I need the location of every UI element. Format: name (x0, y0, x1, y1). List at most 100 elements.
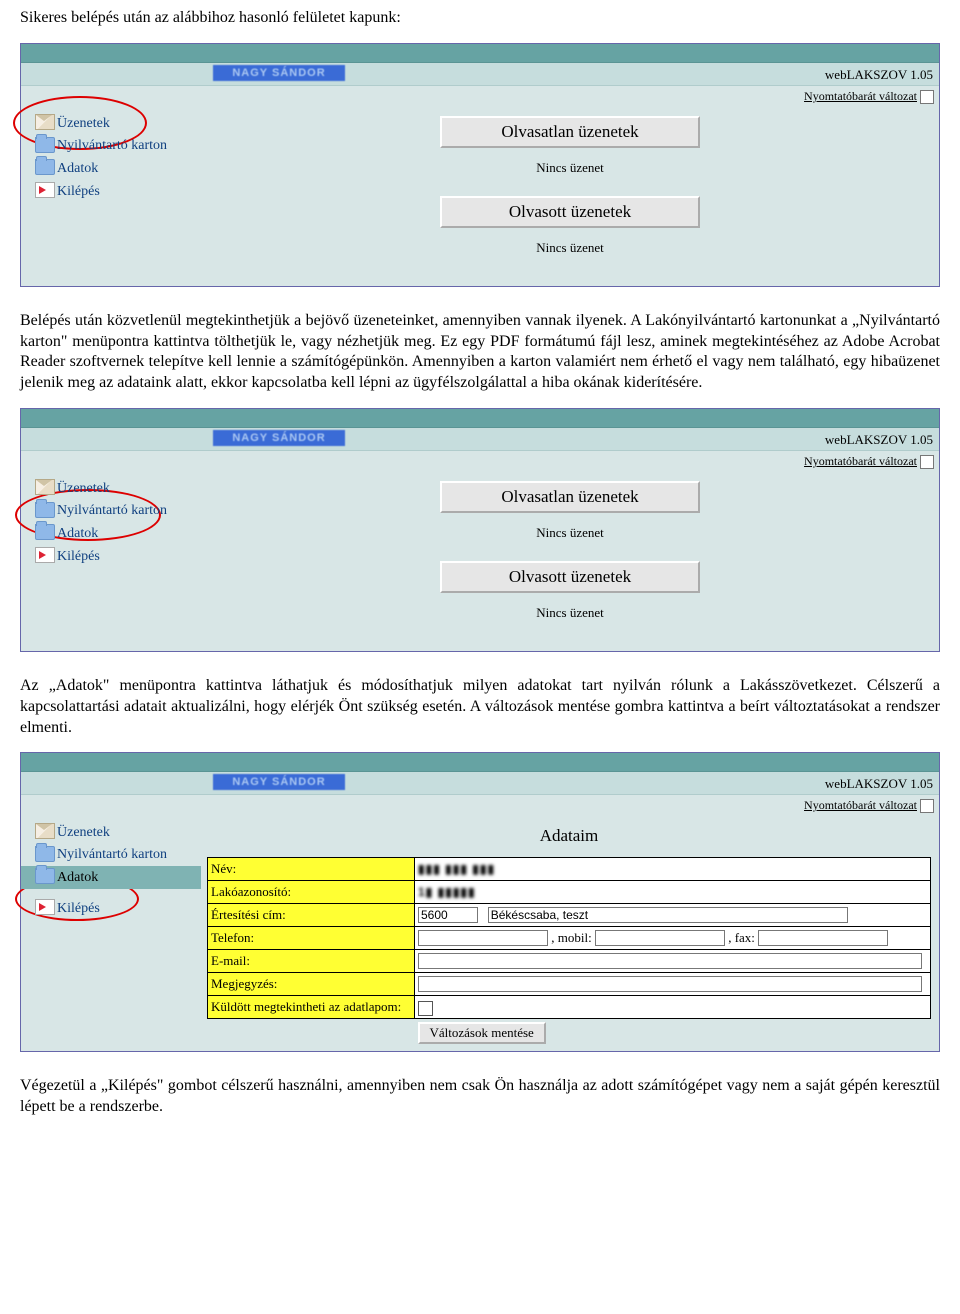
folder-icon (35, 868, 55, 884)
label-nev: Név: (208, 858, 415, 881)
sidebar-label: Adatok (57, 526, 98, 541)
screenshot-1: NAGY SÁNDOR webLAKSZOV 1.05 Nyomtatóbará… (20, 43, 940, 287)
sidebar-item-uzenetek[interactable]: Üzenetek (21, 112, 201, 135)
print-link[interactable]: Nyomtatóbarát változat (804, 798, 917, 813)
value-nev: ▮▮▮ ▮▮▮ ▮▮▮ (415, 858, 931, 881)
row-nev: Név: ▮▮▮ ▮▮▮ ▮▮▮ (208, 858, 931, 881)
print-link[interactable]: Nyomtatóbarát változat (804, 454, 917, 469)
input-mobil[interactable] (595, 930, 725, 946)
unread-messages-button[interactable]: Olvasatlan üzenetek (440, 481, 700, 513)
input-fax[interactable] (758, 930, 888, 946)
sidebar-item-adatok[interactable]: Adatok (21, 522, 201, 545)
sidebar-item-uzenetek[interactable]: Üzenetek (21, 821, 201, 844)
folder-icon (35, 524, 55, 540)
value-share (415, 996, 931, 1019)
print-icon[interactable] (920, 455, 934, 469)
checkbox-share[interactable] (418, 1001, 433, 1016)
app-title: webLAKSZOV 1.05 (825, 776, 933, 792)
no-message-text: Nincs üzenet (211, 605, 929, 621)
sidebar-item-adatok[interactable]: Adatok (21, 866, 201, 889)
row-ertesitesi-cim: Értesítési cím: (208, 904, 931, 927)
value-email (415, 950, 931, 973)
exit-icon (35, 899, 55, 915)
sidebar-item-kilepes[interactable]: Kilépés (21, 545, 201, 568)
exit-icon (35, 547, 55, 563)
sidebar-label: Üzenetek (57, 481, 110, 496)
print-icon[interactable] (920, 799, 934, 813)
input-city[interactable] (488, 907, 848, 923)
sidebar-label: Nyilvántartó karton (57, 847, 167, 862)
paragraph-2: Belépés után közvetlenül megtekinthetjük… (20, 311, 940, 394)
sidebar-label: Adatok (57, 870, 98, 885)
sidebar-item-nyilvantarto[interactable]: Nyilvántartó karton (21, 135, 201, 157)
input-megj[interactable] (418, 976, 922, 992)
sidebar-label: Nyilvántartó karton (57, 503, 167, 518)
sidebar-label: Kilépés (57, 549, 100, 564)
paragraph-4: Végezetül a „Kilépés" gombot célszerű ha… (20, 1076, 940, 1118)
sidebar-label: Üzenetek (57, 116, 110, 131)
folder-icon (35, 846, 55, 862)
sidebar-item-adatok[interactable]: Adatok (21, 157, 201, 180)
sidebar-label: Kilépés (57, 901, 100, 916)
label-share: Küldött megtekintheti az adatlapom: (208, 996, 415, 1019)
sidebar-item-nyilvantarto[interactable]: Nyilvántartó karton (21, 500, 201, 522)
value-tel: , mobil: , fax: (415, 927, 931, 950)
row-save: Változások mentése (208, 1019, 931, 1046)
form-title: Adataim (457, 823, 681, 849)
paragraph-3: Az „Adatok" menüpontra kattintva láthatj… (20, 676, 940, 738)
exit-icon (35, 182, 55, 198)
sidebar-item-nyilvantarto[interactable]: Nyilvántartó karton (21, 844, 201, 866)
label-ert: Értesítési cím: (208, 904, 415, 927)
read-messages-button[interactable]: Olvasott üzenetek (440, 196, 700, 228)
sidebar-item-kilepes[interactable]: Kilépés (21, 180, 201, 203)
folder-icon (35, 159, 55, 175)
user-name-badge: NAGY SÁNDOR (213, 774, 345, 790)
user-name-badge: NAGY SÁNDOR (213, 430, 345, 446)
no-message-text: Nincs üzenet (211, 240, 929, 256)
user-name-badge: NAGY SÁNDOR (213, 65, 345, 81)
intro-paragraph-1: Sikeres belépés után az alábbihoz hasonl… (20, 8, 940, 29)
sidebar-item-uzenetek[interactable]: Üzenetek (21, 477, 201, 500)
value-ert (415, 904, 931, 927)
sidebar: Üzenetek Nyilvántartó karton Adatok Kilé… (21, 473, 201, 578)
header-bar: NAGY SÁNDOR webLAKSZOV 1.05 (21, 772, 939, 795)
no-message-text: Nincs üzenet (211, 525, 929, 541)
read-messages-button[interactable]: Olvasott üzenetek (440, 561, 700, 593)
label-megj: Megjegyzés: (208, 973, 415, 996)
screenshot-2: NAGY SÁNDOR webLAKSZOV 1.05 Nyomtatóbará… (20, 408, 940, 652)
print-icon[interactable] (920, 90, 934, 104)
app-title: webLAKSZOV 1.05 (825, 432, 933, 448)
sidebar: Üzenetek Nyilvántartó karton Adatok Kilé… (21, 817, 201, 930)
label-mobil: , mobil: (551, 930, 591, 945)
label-tel: Telefon: (208, 927, 415, 950)
folder-icon (35, 137, 55, 153)
label-lako: Lakóazonosító: (208, 881, 415, 904)
print-row: Nyomtatóbarát változat (21, 451, 939, 473)
row-megjegyzes: Megjegyzés: (208, 973, 931, 996)
window-topbar (21, 44, 939, 63)
label-fax: , fax: (728, 930, 755, 945)
row-telefon: Telefon: , mobil: , fax: (208, 927, 931, 950)
row-lakoazonosito: Lakóazonosító: 1▮ ▮▮▮▮▮ (208, 881, 931, 904)
mail-icon (35, 823, 55, 839)
sidebar-label: Adatok (57, 161, 98, 176)
unread-messages-button[interactable]: Olvasatlan üzenetek (440, 116, 700, 148)
save-button[interactable]: Változások mentése (418, 1022, 546, 1044)
input-email[interactable] (418, 953, 922, 969)
sidebar-label: Üzenetek (57, 825, 110, 840)
sidebar-item-kilepes[interactable]: Kilépés (21, 897, 201, 920)
print-row: Nyomtatóbarát változat (21, 86, 939, 108)
input-zip[interactable] (418, 907, 478, 923)
folder-icon (35, 502, 55, 518)
row-share: Küldött megtekintheti az adatlapom: (208, 996, 931, 1019)
value-megj (415, 973, 931, 996)
input-tel[interactable] (418, 930, 548, 946)
screenshot-3: NAGY SÁNDOR webLAKSZOV 1.05 Nyomtatóbará… (20, 752, 940, 1052)
mail-icon (35, 479, 55, 495)
label-email: E-mail: (208, 950, 415, 973)
header-bar: NAGY SÁNDOR webLAKSZOV 1.05 (21, 63, 939, 86)
app-title: webLAKSZOV 1.05 (825, 67, 933, 83)
print-link[interactable]: Nyomtatóbarát változat (804, 89, 917, 104)
sidebar-label: Kilépés (57, 184, 100, 199)
sidebar: Üzenetek Nyilvántartó karton Adatok Kilé… (21, 108, 201, 213)
